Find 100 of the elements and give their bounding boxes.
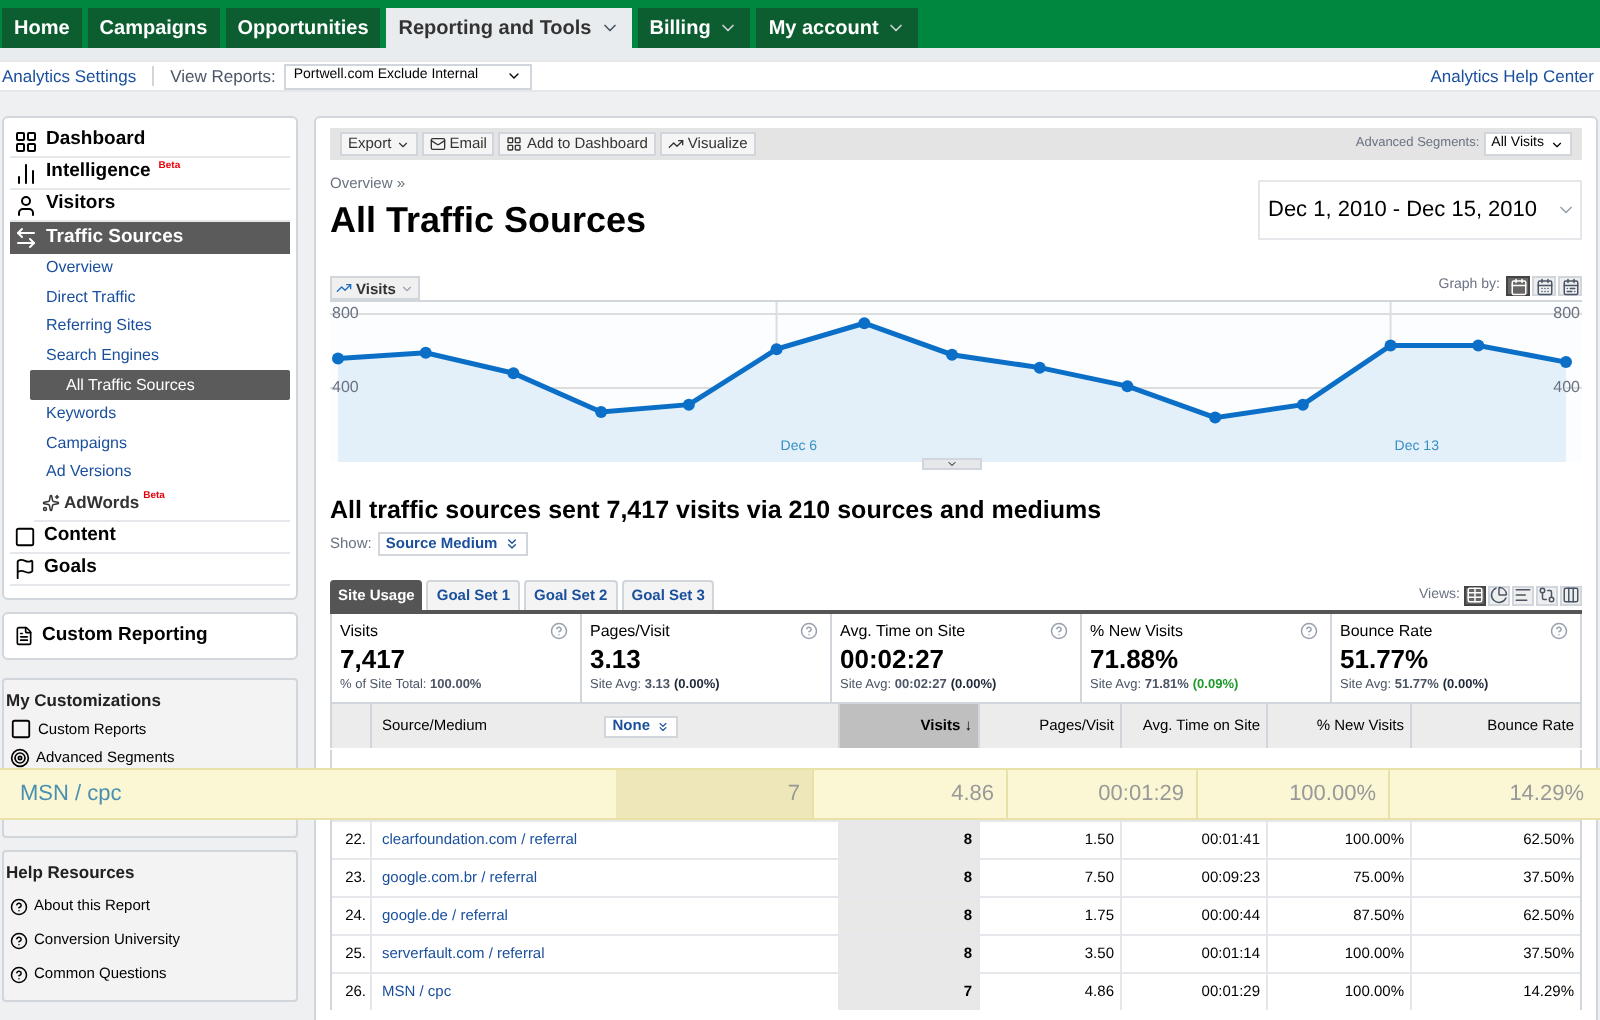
nav-tab[interactable]: Reporting and Tools [386,8,632,48]
data-point [1560,356,1572,369]
sidebar-item[interactable]: Content [10,521,290,554]
view-button[interactable] [1464,585,1486,606]
data-point [1033,362,1046,375]
person-icon [14,193,38,217]
nav-tab[interactable]: Opportunities [225,8,381,48]
summary-heading: All traffic sources sent 7,417 visits via 210 sources and mediums [330,494,1104,529]
help-icon [1050,622,1068,640]
graph-by-button[interactable] [1506,276,1530,296]
pie-chart-icon [1490,586,1508,605]
report-icon [14,625,34,646]
calendar-icon [1561,277,1579,295]
nav-tab[interactable]: Campaigns [87,8,220,48]
compare-icon [1538,586,1556,605]
data-point [1121,380,1134,393]
view-button[interactable] [1560,585,1582,606]
help-icon [1300,622,1318,640]
sidebar-subitem[interactable]: All Traffic Sources [30,370,290,400]
help-icon [1550,622,1568,640]
metric-value: 00:02:27 [840,644,947,677]
metric-label: % New Visits [1090,620,1184,644]
mail-icon [429,136,446,152]
metric-value: 3.13 [590,644,643,677]
caret-icon [1550,137,1564,151]
panel-heading: My Customizations [6,687,163,713]
data-point [1296,399,1309,412]
help-icon [550,622,568,640]
chart-icon [14,161,38,185]
y-axis-label: 400 [1553,380,1580,397]
data-point [332,352,344,365]
view-button[interactable] [1488,585,1510,606]
columns-icon [1562,586,1580,605]
sidebar-subitem[interactable]: Keywords [10,399,290,430]
nav-tab[interactable]: My account [756,8,919,48]
view-reports-label: View Reports: [170,63,276,89]
data-point [682,399,695,412]
metric-value: 51.77% [1340,644,1431,677]
page-icon [10,718,32,740]
date-range-picker[interactable]: Dec 1, 2010 - Dec 15, 2010 [1258,180,1582,240]
caret-icon [399,281,414,296]
magnified-cell: 100.00% [1196,770,1388,818]
magnified-cell: 4.86 [812,770,1006,818]
sidebar-subitem[interactable]: Overview [10,254,290,284]
caret-icon [505,68,522,84]
help-icon [10,965,28,983]
data-point [595,406,608,419]
arrows-icon [14,226,38,250]
magnified-cell: 7 [616,770,812,818]
collapse-handle[interactable] [922,458,982,471]
target-icon [10,747,30,767]
help-icon [10,931,28,949]
y-axis-label: 800 [332,306,359,323]
metric-label: Bounce Rate [1340,620,1433,644]
page-title: All Traffic Sources [330,198,647,244]
sidebar-subitem[interactable]: Direct Traffic [10,283,290,313]
data-point [507,367,520,380]
data-point [946,349,958,362]
analytics-settings-link[interactable]: Analytics Settings [2,63,137,89]
panel-heading: Help Resources [6,859,137,885]
double-caret-icon [503,536,520,552]
metric-label: Pages/Visit [590,620,670,644]
metric-value: 71.88% [1090,644,1181,677]
sidebar-item[interactable]: Dashboard [10,126,290,158]
sidebar-subitem[interactable]: Campaigns [10,429,290,459]
page-icon [14,525,36,548]
double-caret-icon [656,719,670,733]
sidebar-subitem[interactable]: Referring Sites [10,312,290,342]
magnified-cell: 00:01:29 [1006,770,1196,818]
data-point [1472,339,1485,352]
flag-icon [14,557,36,580]
metric-label: Avg. Time on Site [840,620,966,644]
sidebar-item[interactable]: Goals [10,553,290,586]
data-point [419,347,432,360]
help-icon [10,897,28,915]
sidebar-subitem[interactable]: Search Engines [10,341,290,371]
data-point [1209,412,1222,425]
metric-value: 7,417 [340,644,408,677]
data-point [770,343,783,356]
chart-icon [667,136,684,152]
y-axis-label: 800 [1553,306,1580,323]
magnified-source: MSN / cpc [18,779,124,810]
magnified-cell: 14.29% [1388,770,1600,818]
line-chart-icon [336,280,352,297]
help-icon [800,622,818,640]
sidebar-subitem[interactable]: Ad Versions [10,458,290,488]
nav-tab[interactable]: Home [2,8,82,48]
grid-icon [14,129,38,153]
data-point [1384,339,1397,352]
calendar-icon [1509,277,1527,295]
help-center-link[interactable]: Analytics Help Center [1430,63,1598,89]
bars-icon [1514,586,1532,605]
data-point [858,317,871,330]
table-icon [1466,586,1484,605]
sidebar-item[interactable]: Traffic Sources [10,222,290,254]
grid-icon [506,136,523,152]
custom-reporting-panel[interactable]: Custom Reporting [2,611,298,660]
nav-tab[interactable]: Billing [637,8,751,48]
metric-label: Visits [340,620,378,644]
calendar-icon [1535,277,1553,295]
